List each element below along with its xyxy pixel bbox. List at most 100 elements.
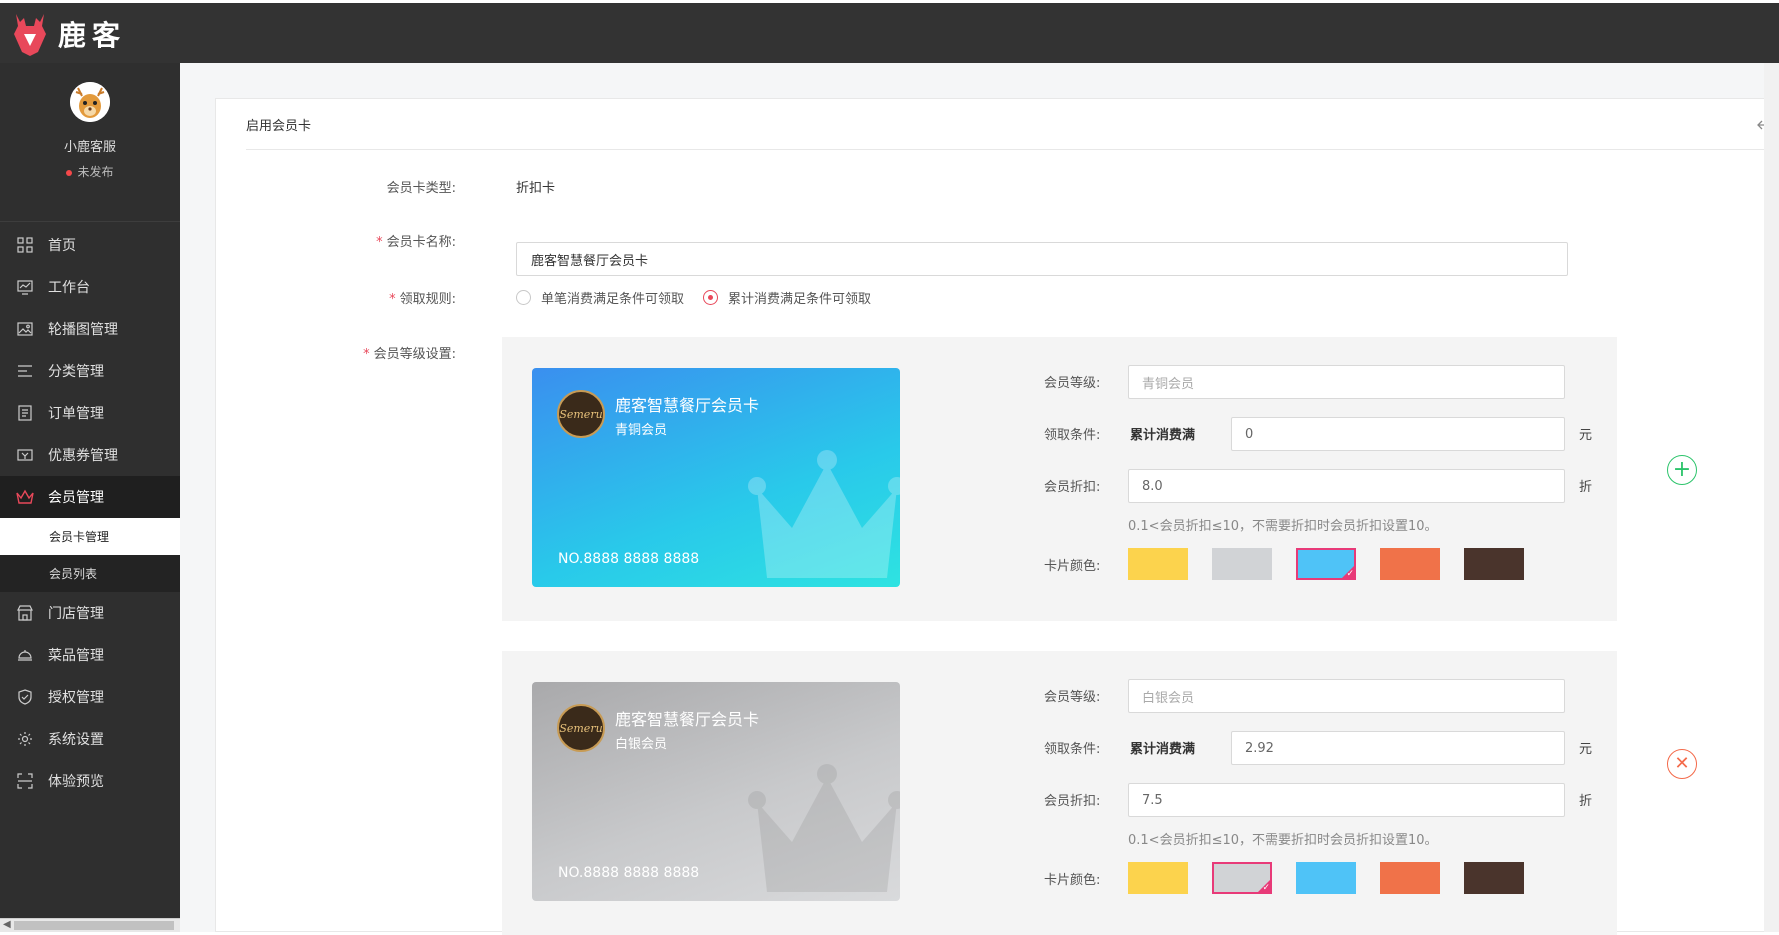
- required-mark: *: [389, 292, 396, 307]
- sidebar-item-carousel[interactable]: 轮播图管理: [0, 308, 180, 350]
- card-name-input[interactable]: 鹿客智慧餐厅会员卡: [516, 242, 1568, 276]
- shield-icon: [16, 688, 34, 706]
- plus-icon: +: [1672, 457, 1692, 482]
- publish-status: 未发布: [0, 163, 180, 180]
- list-icon: [16, 362, 34, 380]
- sidebar-item-label: 首页: [48, 238, 76, 254]
- card-name-label-text: 会员卡名称:: [386, 235, 456, 250]
- add-level-button[interactable]: +: [1667, 455, 1697, 485]
- radio-circle[interactable]: [516, 290, 531, 305]
- member-card-preview: Semeru 鹿客智慧餐厅会员卡 青铜会员 NO.8888 8888 8888: [532, 368, 900, 587]
- restaurant-logo: Semeru: [557, 704, 605, 752]
- sidebar-menu-lower: 门店管理 菜品管理 授权管理 系统设置 体验预览: [0, 592, 180, 802]
- rule-radio-cumulative[interactable]: 累计消费满足条件可领取: [703, 288, 871, 307]
- scrollbar-thumb[interactable]: [14, 921, 174, 930]
- discount-unit: 折: [1579, 794, 1593, 809]
- color-swatch-yellow[interactable]: [1128, 548, 1188, 580]
- app-logo[interactable]: 鹿客: [12, 11, 126, 57]
- sidebar: 小鹿客服 未发布 首页 工作台 轮播图管理 分类管理 订单管理 优惠券管理 会员…: [0, 63, 180, 918]
- close-icon: ✕: [1674, 753, 1690, 774]
- profile-name: 小鹿客服: [63, 140, 116, 155]
- panel-header: 启用会员卡: [246, 99, 1779, 150]
- sidebar-item-coupons[interactable]: 优惠券管理: [0, 434, 180, 476]
- level-name-placeholder: 白银会员: [1142, 690, 1195, 706]
- restaurant-logo: Semeru: [557, 390, 605, 438]
- scan-icon: [16, 772, 34, 790]
- sidebar-item-label: 工作台: [48, 280, 90, 296]
- submenu-item-label: 会员列表: [49, 567, 98, 581]
- crown-watermark-icon: [748, 764, 900, 892]
- radio-circle[interactable]: [703, 290, 718, 305]
- required-mark: *: [363, 347, 370, 362]
- sidebar-horizontal-scrollbar[interactable]: ◀: [0, 918, 180, 932]
- color-swatch-silver[interactable]: [1212, 548, 1272, 580]
- radio-label: 累计消费满足条件可领取: [728, 292, 872, 307]
- card-name-value: 鹿客智慧餐厅会员卡: [531, 253, 649, 269]
- condition-tag: 累计消费满: [1130, 742, 1196, 757]
- avatar[interactable]: [70, 82, 110, 122]
- discount-input[interactable]: 8.0: [1128, 469, 1565, 503]
- sidebar-item-category[interactable]: 分类管理: [0, 350, 180, 392]
- card-number: NO.8888 8888 8888: [558, 551, 700, 567]
- condition-amount-input[interactable]: 2.92: [1231, 731, 1565, 765]
- sidebar-item-members[interactable]: 会员管理: [0, 476, 180, 518]
- card-type-label-text: 会员卡类型:: [386, 181, 456, 196]
- sidebar-item-home[interactable]: 首页: [0, 224, 180, 266]
- sidebar-item-authorization[interactable]: 授权管理: [0, 676, 180, 718]
- sidebar-item-label: 轮播图管理: [48, 322, 118, 338]
- delete-level-button[interactable]: ✕: [1667, 749, 1697, 779]
- logo-text: Semeru: [559, 407, 603, 421]
- vertical-scrollbar[interactable]: [1764, 63, 1779, 932]
- rule-radio-single[interactable]: 单笔消费满足条件可领取: [516, 288, 684, 307]
- card-color-label: 卡片颜色:: [1044, 559, 1101, 574]
- store-icon: [16, 604, 34, 622]
- sidebar-item-settings[interactable]: 系统设置: [0, 718, 180, 760]
- sidebar-item-label: 订单管理: [48, 406, 104, 422]
- color-swatch-brown[interactable]: [1464, 862, 1524, 894]
- level-name-label: 会员等级:: [1044, 376, 1101, 391]
- condition-amount-value: 2.92: [1245, 740, 1274, 756]
- sidebar-item-label: 授权管理: [48, 690, 104, 706]
- color-swatch-yellow[interactable]: [1128, 862, 1188, 894]
- card-title: 鹿客智慧餐厅会员卡: [615, 396, 760, 415]
- sidebar-item-label: 系统设置: [48, 732, 104, 748]
- deer-avatar-icon: [70, 82, 110, 122]
- submenu-item-member-list[interactable]: 会员列表: [0, 555, 180, 592]
- level-name-input[interactable]: 青铜会员: [1128, 365, 1565, 399]
- level-box-silver: Semeru 鹿客智慧餐厅会员卡 白银会员 NO.8888 8888 8888 …: [502, 651, 1697, 935]
- sidebar-item-orders[interactable]: 订单管理: [0, 392, 180, 434]
- color-swatch-silver-selected[interactable]: ✓: [1212, 862, 1272, 894]
- sidebar-item-dishes[interactable]: 菜品管理: [0, 634, 180, 676]
- condition-tag: 累计消费满: [1130, 428, 1196, 443]
- sidebar-item-preview[interactable]: 体验预览: [0, 760, 180, 802]
- status-text: 未发布: [77, 165, 114, 179]
- coupon-icon: [16, 446, 34, 464]
- color-swatch-blue[interactable]: [1296, 862, 1356, 894]
- card-name-label: * 会员卡名称:: [316, 231, 456, 250]
- condition-label: 领取条件:: [1044, 428, 1101, 443]
- rule-label: * 领取规则:: [316, 288, 456, 307]
- discount-hint: 0.1<会员折扣≤10，不需要折扣时会员折扣设置10。: [1128, 833, 1438, 848]
- discount-value: 8.0: [1142, 478, 1163, 494]
- top-bar: 鹿客: [0, 0, 1779, 63]
- condition-amount-value: 0: [1245, 426, 1254, 442]
- level-name-input[interactable]: 白银会员: [1128, 679, 1565, 713]
- member-card-panel: 启用会员卡 会员卡类型: 折扣卡 * 会员卡名称: 鹿客智慧餐厅会员卡 * 领取规则…: [215, 98, 1779, 935]
- card-type-label: 会员卡类型:: [316, 177, 456, 196]
- discount-input[interactable]: 7.5: [1128, 783, 1565, 817]
- color-swatch-brown[interactable]: [1464, 548, 1524, 580]
- discount-value: 7.5: [1142, 792, 1163, 808]
- card-color-label: 卡片颜色:: [1044, 873, 1101, 888]
- scroll-left-icon[interactable]: ◀: [3, 919, 11, 930]
- condition-label: 领取条件:: [1044, 742, 1101, 757]
- condition-amount-input[interactable]: 0: [1231, 417, 1565, 451]
- color-swatch-orange[interactable]: [1380, 548, 1440, 580]
- color-swatch-orange[interactable]: [1380, 862, 1440, 894]
- member-submenu: 会员卡管理 会员列表: [0, 518, 180, 592]
- sidebar-item-stores[interactable]: 门店管理: [0, 592, 180, 634]
- sidebar-item-workbench[interactable]: 工作台: [0, 266, 180, 308]
- color-swatch-blue-selected[interactable]: ✓: [1296, 548, 1356, 580]
- submenu-item-card-management[interactable]: 会员卡管理: [0, 518, 180, 555]
- image-icon: [16, 320, 34, 338]
- level-box-bronze: Semeru 鹿客智慧餐厅会员卡 青铜会员 NO.8888 8888 8888 …: [502, 337, 1697, 621]
